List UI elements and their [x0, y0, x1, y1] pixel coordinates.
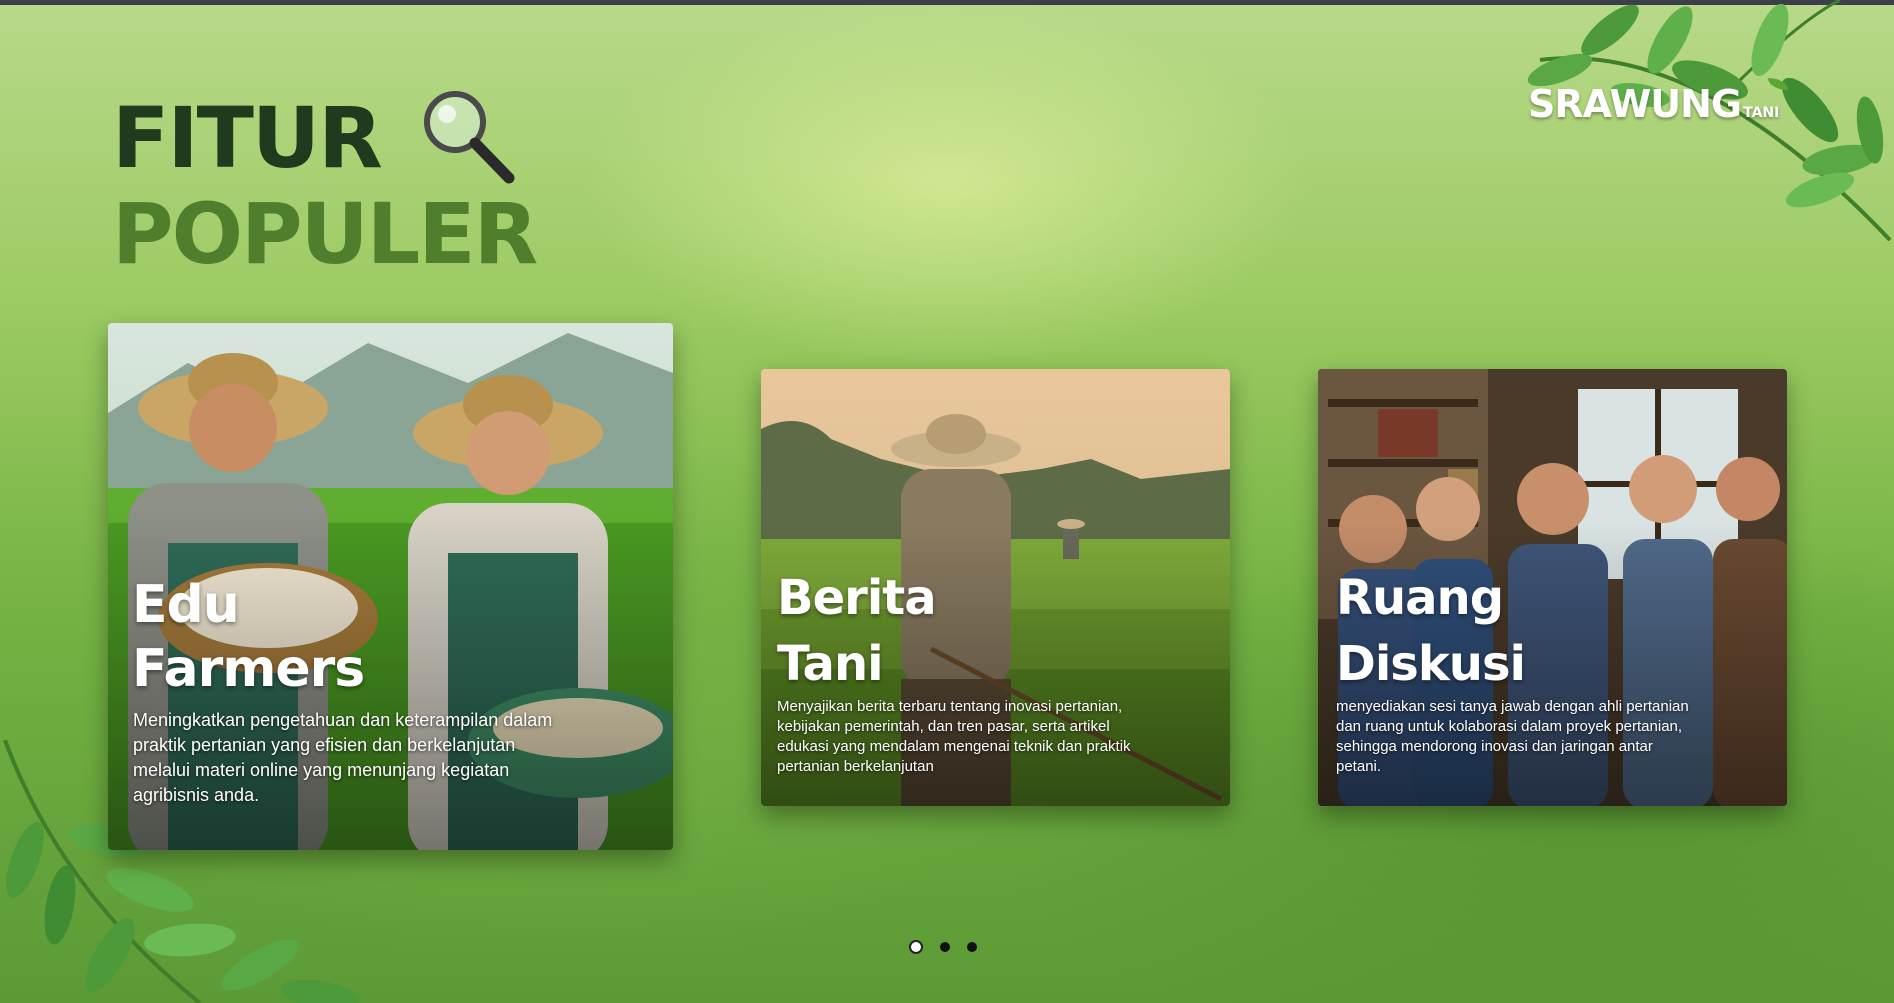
- card-description: menyediakan sesi tanya jawab dengan ahli…: [1336, 698, 1689, 775]
- section-title: FITUR POPULER: [112, 88, 538, 283]
- feature-card-berita-tani[interactable]: Berita Tani Menyajikan berita terbaru te…: [761, 369, 1230, 806]
- card-description: Meningkatkan pengetahuan dan keterampila…: [133, 710, 553, 805]
- logo-main-text: SRAWUNG: [1528, 82, 1742, 126]
- title-line-1: FITUR: [112, 89, 383, 187]
- title-line-2: POPULER: [112, 185, 538, 283]
- carousel-dot-2[interactable]: [940, 942, 950, 952]
- logo-sub-text: TANI: [1743, 105, 1780, 121]
- card-description: Menyajikan berita terbaru tentang inovas…: [777, 698, 1131, 775]
- carousel-dot-3[interactable]: [967, 942, 977, 952]
- brand-logo[interactable]: SRAWUNG TANI: [1528, 82, 1779, 126]
- card-title: Ruang Diskusi: [1336, 570, 1526, 692]
- carousel-dot-1[interactable]: [909, 940, 923, 954]
- magnifier-icon: [417, 88, 517, 188]
- feature-card-edu-farmers[interactable]: Edu Farmers Meningkatkan pengetahuan dan…: [108, 323, 673, 850]
- card-title: Berita Tani: [777, 570, 937, 692]
- carousel-pagination: [909, 940, 977, 954]
- card-title: Edu Farmers: [132, 575, 365, 699]
- feature-card-ruang-diskusi[interactable]: Ruang Diskusi menyediakan sesi tanya jaw…: [1318, 369, 1787, 806]
